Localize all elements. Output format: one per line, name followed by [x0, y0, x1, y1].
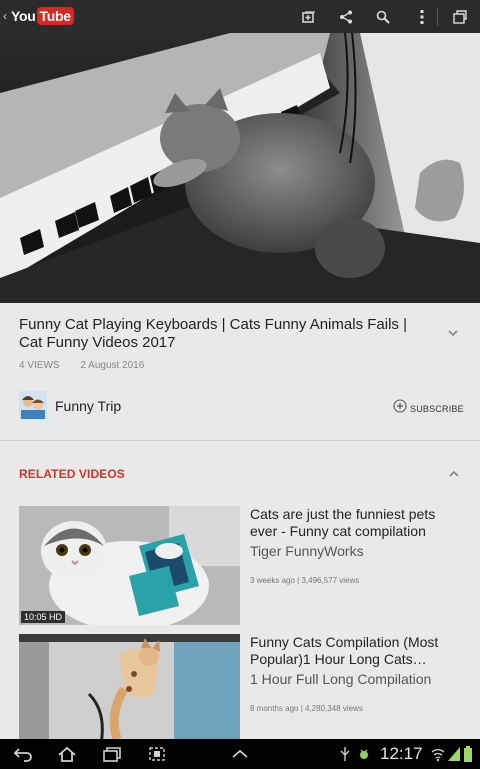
logo-you: You [11, 8, 36, 24]
share-icon[interactable] [335, 6, 357, 28]
related-video-stats: 8 months ago | 4,280,348 views [250, 704, 363, 713]
home-nav-icon[interactable] [56, 745, 78, 763]
video-player[interactable] [0, 33, 480, 303]
related-video-title[interactable]: Funny Cats Compilation (Most Popular)1 H… [250, 634, 465, 668]
subscribe-button[interactable]: SUBSCRIBE [393, 399, 464, 418]
youtube-logo[interactable]: You Tube [11, 7, 74, 25]
video-thumbnail[interactable]: 10:05 HD [19, 506, 240, 625]
add-to-playlist-icon[interactable] [297, 6, 319, 28]
related-video-channel: 1 Hour Full Long Compilation [250, 671, 432, 687]
wifi-icon [431, 745, 445, 763]
section-divider [0, 440, 480, 441]
screenshot-icon[interactable] [146, 745, 168, 763]
signal-icon [448, 745, 460, 763]
logo-tube: Tube [36, 7, 74, 25]
channel-avatar[interactable] [19, 391, 47, 419]
video-title: Funny Cat Playing Keyboards | Cats Funny… [19, 316, 407, 351]
related-video-item[interactable]: Funny Cats Compilation (Most Popular)1 H… [19, 634, 469, 739]
toolbar-separator [437, 8, 438, 26]
minimize-window-icon[interactable] [449, 6, 471, 28]
status-clock: 12:17 [380, 744, 423, 763]
related-video-channel: Tiger FunnyWorks [250, 543, 364, 559]
subscribe-label: SUBSCRIBE [410, 403, 464, 414]
upload-date: 2 August 2016 [80, 360, 145, 371]
related-videos-header: RELATED VIDEOS [19, 467, 125, 481]
related-video-stats: 3 weeks ago | 3,496,577 views [250, 576, 360, 585]
system-navigation-bar: 12:17 [0, 739, 480, 769]
battery-icon [462, 745, 474, 763]
channel-name[interactable]: Funny Trip [55, 398, 121, 414]
view-count: 4 VIEWS [19, 360, 60, 371]
video-duration-badge: 10:05 HD [21, 611, 66, 623]
caret-up-icon[interactable] [229, 745, 251, 763]
video-info-panel: Funny Cat Playing Keyboards | Cats Funny… [0, 303, 480, 440]
back-caret-icon[interactable]: ‹ [3, 9, 7, 23]
video-thumbnail[interactable] [19, 634, 240, 739]
plus-circle-icon [393, 399, 407, 418]
search-icon[interactable] [372, 6, 394, 28]
collapse-chevron-icon[interactable] [446, 466, 462, 482]
related-video-title[interactable]: Cats are just the funniest pets ever - F… [250, 506, 465, 540]
back-nav-icon[interactable] [12, 745, 34, 763]
usb-icon [338, 745, 352, 763]
app-action-bar: ‹ You Tube [0, 0, 480, 33]
expand-description-chevron-icon[interactable] [445, 325, 461, 341]
video-meta: 4 VIEWS 2 August 2016 [19, 360, 144, 371]
recent-apps-icon[interactable] [101, 745, 123, 763]
overflow-menu-icon[interactable] [411, 6, 433, 28]
related-video-item[interactable]: 10:05 HD Cats are just the funniest pets… [19, 506, 469, 625]
video-frame-cat-piano [0, 33, 480, 303]
debug-icon [356, 745, 372, 763]
